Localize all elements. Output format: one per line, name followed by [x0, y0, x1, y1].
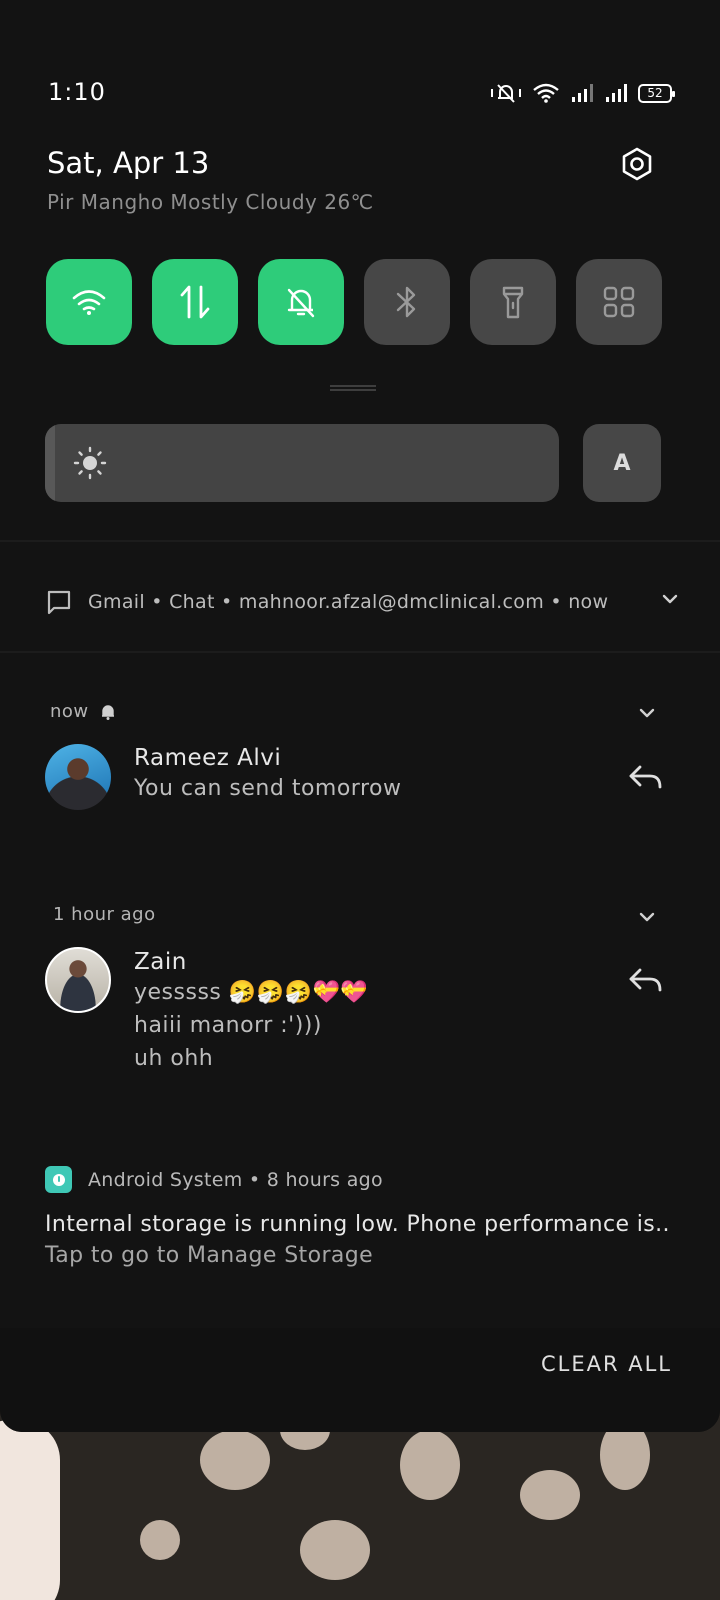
bluetooth-icon [396, 286, 416, 318]
tile-mute[interactable] [258, 259, 344, 345]
grid-icon [603, 286, 635, 318]
battery-indicator: 52 [638, 83, 675, 103]
quick-settings [46, 259, 662, 345]
notification-time: now [50, 701, 89, 722]
chevron-down-icon[interactable] [636, 706, 658, 720]
notification-time: 1 hour ago [53, 904, 156, 925]
shade-footer [0, 1328, 720, 1432]
settings-button[interactable] [617, 144, 657, 184]
wifi-status-icon [533, 83, 559, 103]
clock: 1:10 [48, 78, 106, 106]
data-arrows-icon [180, 285, 210, 319]
vibrate-mute-icon [491, 84, 521, 103]
tile-wifi[interactable] [46, 259, 132, 345]
status-bar: 1:10 52 [48, 78, 675, 108]
system-notification-header: Android System • 8 hours ago [45, 1166, 383, 1193]
gear-icon [622, 147, 652, 181]
tile-mobile-data[interactable] [152, 259, 238, 345]
system-notification-meta: Android System • 8 hours ago [88, 1168, 383, 1191]
notification-shade: 1:10 52 Sat, Apr 13 Pir Mangho Mostly Cl… [0, 0, 720, 1432]
signal-1-icon [572, 84, 593, 102]
message-text: You can send tomorrow [134, 776, 402, 801]
date-label: Sat, Apr 13 [47, 146, 210, 180]
wifi-icon [72, 290, 106, 315]
reply-icon[interactable] [626, 763, 664, 793]
chevron-down-icon[interactable] [636, 910, 658, 924]
bell-icon [101, 704, 114, 720]
brightness-icon [73, 446, 107, 480]
tile-bluetooth[interactable] [364, 259, 450, 345]
brightness-slider[interactable] [45, 424, 559, 502]
reply-icon[interactable] [626, 966, 664, 996]
weather-label: Pir Mangho Mostly Cloudy 26℃ [47, 190, 374, 214]
expand-handle[interactable] [330, 385, 376, 391]
system-notification-subtitle: Tap to go to Manage Storage [45, 1243, 374, 1268]
divider [0, 540, 720, 542]
notification-header: 1 hour ago [53, 904, 156, 925]
chat-icon [47, 590, 71, 615]
avatar [45, 947, 111, 1013]
system-notification-title: Internal storage is running low. Phone p… [45, 1212, 670, 1237]
sender-name: Rameez Alvi [134, 745, 282, 771]
tile-flashlight[interactable] [470, 259, 556, 345]
tile-more[interactable] [576, 259, 662, 345]
divider [0, 651, 720, 653]
notification-header: now [50, 701, 117, 722]
android-system-icon [45, 1166, 72, 1193]
message-text: uh ohh [134, 1046, 214, 1071]
clear-all-button[interactable]: CLEAR ALL [541, 1352, 672, 1376]
gmail-notification[interactable]: Gmail • Chat • mahnoor.afzal@dmclinical.… [46, 586, 678, 618]
avatar [45, 744, 111, 810]
chevron-down-icon[interactable] [660, 592, 680, 606]
message-text: yesssss 🤧🤧🤧💝💝 [134, 980, 369, 1005]
flashlight-icon [502, 286, 524, 319]
signal-2-icon [606, 84, 627, 102]
auto-brightness-button[interactable]: A [583, 424, 661, 502]
sender-name: Zain [134, 949, 187, 975]
bell-off-icon [287, 288, 315, 318]
brightness-fill [45, 424, 56, 502]
message-text: haiii manorr :'))) [134, 1013, 322, 1038]
gmail-summary: Gmail • Chat • mahnoor.afzal@dmclinical.… [88, 591, 609, 613]
